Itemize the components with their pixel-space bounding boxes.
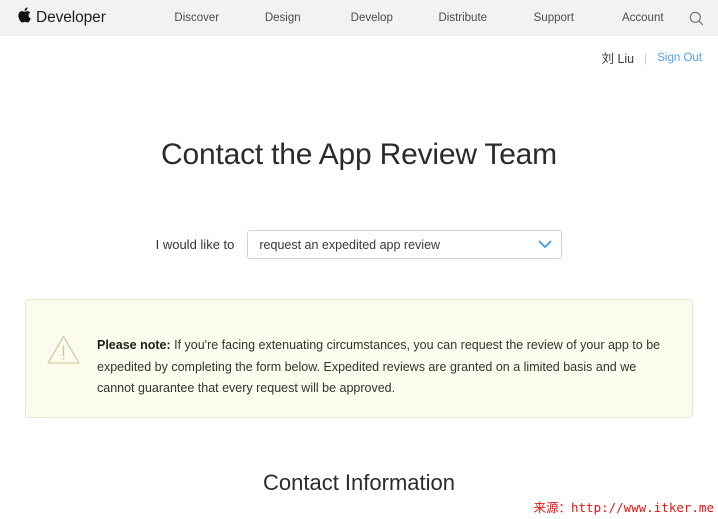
page-title: Contact the App Review Team bbox=[161, 138, 557, 171]
request-select-label: I would like to bbox=[155, 237, 235, 252]
sign-out-link[interactable]: Sign Out bbox=[657, 52, 702, 64]
developer-brand-logo[interactable]: Developer bbox=[18, 7, 106, 28]
source-watermark: 来源：http://www.itker.me bbox=[533, 500, 715, 515]
chevron-down-icon bbox=[538, 240, 552, 249]
apple-logo-icon bbox=[18, 7, 31, 27]
nav-link-support[interactable]: Support bbox=[508, 12, 600, 24]
please-note-strong: Please note: bbox=[97, 338, 171, 352]
please-note-text: Please note: If you're facing extenuatin… bbox=[97, 322, 668, 417]
contact-information-heading: Contact Information bbox=[263, 470, 455, 495]
please-note-body: If you're facing extenuating circumstanc… bbox=[97, 338, 661, 395]
nav-link-develop[interactable]: Develop bbox=[326, 12, 418, 24]
account-separator: | bbox=[644, 50, 648, 65]
request-select-value: request an expedited app review bbox=[259, 237, 441, 252]
request-type-select[interactable]: request an expedited app review bbox=[247, 230, 563, 259]
nav-link-discover[interactable]: Discover bbox=[154, 12, 240, 24]
account-row: 刘 Liu | Sign Out bbox=[601, 48, 702, 67]
nav-link-distribute[interactable]: Distribute bbox=[418, 12, 508, 24]
brand-label: Developer bbox=[36, 9, 106, 26]
nav-link-design[interactable]: Design bbox=[240, 12, 326, 24]
warning-triangle-icon bbox=[46, 334, 81, 417]
top-navigation-bar: Developer Discover Design Develop Distri… bbox=[0, 0, 718, 36]
please-note-callout: Please note: If you're facing extenuatin… bbox=[25, 299, 693, 418]
request-type-row: I would like to request an expedited app… bbox=[0, 230, 718, 259]
nav-links-group: Discover Design Develop Distribute Suppo… bbox=[154, 12, 689, 24]
search-icon[interactable] bbox=[689, 11, 704, 26]
user-name-label: 刘 Liu bbox=[601, 52, 635, 66]
nav-link-account[interactable]: Account bbox=[600, 12, 686, 24]
